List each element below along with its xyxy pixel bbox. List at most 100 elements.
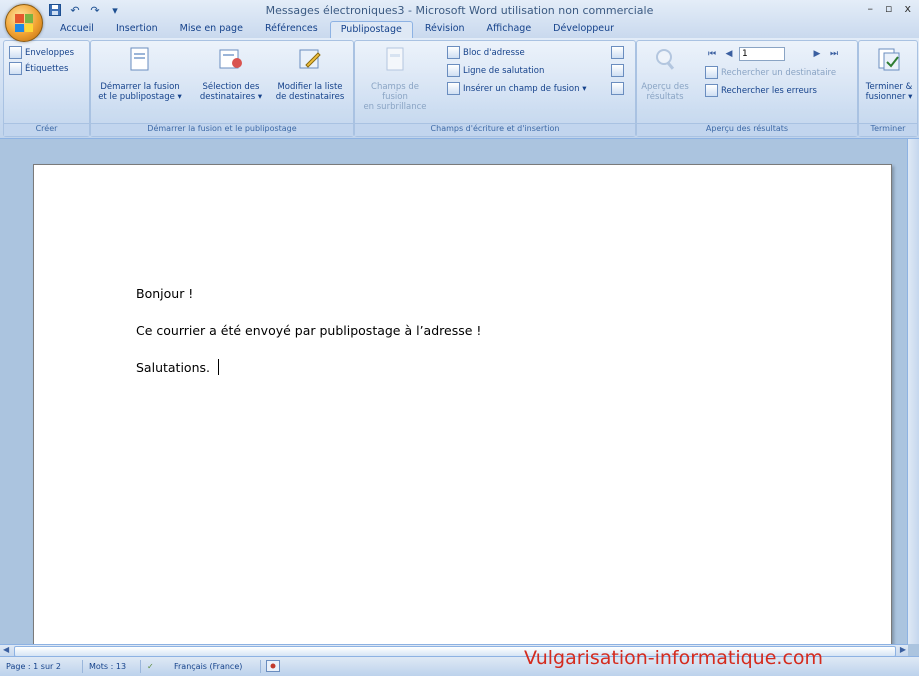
first-record-icon[interactable]: ⏮ bbox=[705, 48, 719, 61]
bloc-adresse-label: Bloc d'adresse bbox=[463, 47, 525, 58]
enveloppes-button[interactable]: Enveloppes bbox=[9, 46, 74, 59]
group-champs-label: Champs d'écriture et d'insertion bbox=[355, 123, 635, 136]
next-record-icon[interactable]: ▶ bbox=[810, 48, 824, 61]
doc-line-body: Ce courrier a été envoyé par publipostag… bbox=[136, 323, 482, 338]
title-bar: ↶ ↷ ▾ Messages électroniques3 - Microsof… bbox=[0, 0, 919, 42]
window-title: Messages électroniques3 - Microsoft Word… bbox=[265, 4, 654, 17]
document-start-icon bbox=[130, 47, 149, 71]
rechercher-erreurs-button[interactable]: Rechercher les erreurs bbox=[705, 84, 817, 97]
tab-insertion[interactable]: Insertion bbox=[106, 21, 168, 38]
group-apercu: Aperçu des résultats ⏮ ◀ 1 ▶ ⏭ Recherche… bbox=[636, 40, 858, 137]
proofing-icon[interactable]: ✓ bbox=[147, 662, 154, 671]
greeting-line-icon bbox=[447, 64, 460, 77]
insert-field-icon bbox=[447, 82, 460, 95]
preview-icon bbox=[656, 49, 675, 70]
envelope-icon bbox=[9, 46, 22, 59]
etiquettes-label: Étiquettes bbox=[25, 63, 69, 74]
rules-icon bbox=[611, 46, 624, 59]
rechercher-erreurs-label: Rechercher les erreurs bbox=[721, 85, 817, 96]
modifier-label-1: Modifier la liste bbox=[277, 82, 343, 92]
last-record-icon[interactable]: ⏭ bbox=[827, 48, 841, 61]
terminer-fusionner-button[interactable]: Terminer & fusionner ▾ bbox=[859, 45, 919, 102]
group-creer: Enveloppes Étiquettes Créer bbox=[3, 40, 90, 137]
window-controls: – ▫ x bbox=[868, 2, 911, 15]
group-apercu-label: Aperçu des résultats bbox=[637, 123, 857, 136]
group-demarrer: Démarrer la fusion et le publipostage ▾ … bbox=[90, 40, 354, 137]
tab-references[interactable]: Références bbox=[255, 21, 328, 38]
group-terminer-label: Terminer bbox=[859, 123, 917, 136]
apercu-label-2: résultats bbox=[646, 92, 684, 102]
address-block-icon bbox=[447, 46, 460, 59]
find-recipient-icon bbox=[705, 66, 718, 79]
rechercher-destinataire-label: Rechercher un destinataire bbox=[721, 67, 837, 78]
selection-label-2: destinataires ▾ bbox=[199, 92, 263, 102]
group-demarrer-label: Démarrer la fusion et le publipostage bbox=[91, 123, 353, 136]
macro-record-icon[interactable] bbox=[266, 660, 280, 674]
status-divider bbox=[82, 660, 83, 673]
group-creer-label: Créer bbox=[4, 123, 89, 136]
check-errors-icon bbox=[705, 84, 718, 97]
inserer-champ-label: Insérer un champ de fusion ▾ bbox=[463, 83, 587, 94]
rechercher-destinataire-button[interactable]: Rechercher un destinataire bbox=[705, 66, 836, 79]
status-language[interactable]: Français (France) bbox=[174, 662, 242, 671]
previous-record-icon[interactable]: ◀ bbox=[722, 48, 736, 61]
etiquettes-button[interactable]: Étiquettes bbox=[9, 62, 68, 75]
record-navigation: ⏮ ◀ 1 ▶ ⏭ bbox=[705, 47, 841, 61]
finish-merge-icon bbox=[878, 48, 900, 71]
close-button[interactable]: x bbox=[904, 2, 911, 15]
status-page[interactable]: Page : 1 sur 2 bbox=[6, 662, 61, 671]
enveloppes-label: Enveloppes bbox=[25, 47, 75, 58]
minimize-button[interactable]: – bbox=[868, 2, 874, 15]
group-terminer: Terminer & fusionner ▾ Terminer bbox=[858, 40, 918, 137]
bloc-adresse-button[interactable]: Bloc d'adresse bbox=[447, 46, 525, 59]
tab-mise-en-page[interactable]: Mise en page bbox=[170, 21, 253, 38]
ligne-salutation-button[interactable]: Ligne de salutation bbox=[447, 64, 544, 77]
modifier-label-2: de destinataires bbox=[275, 92, 345, 102]
watermark: Vulgarisation-informatique.com bbox=[524, 647, 824, 669]
update-labels-button[interactable] bbox=[611, 82, 624, 95]
highlight-fields-icon bbox=[386, 47, 404, 71]
rules-button[interactable] bbox=[611, 46, 624, 59]
inserer-champ-button[interactable]: Insérer un champ de fusion ▾ bbox=[447, 82, 586, 95]
tab-affichage[interactable]: Affichage bbox=[477, 21, 542, 38]
demarrer-fusion-button[interactable]: Démarrer la fusion et le publipostage ▾ bbox=[95, 45, 185, 102]
apercu-resultats-button[interactable]: Aperçu des résultats bbox=[639, 45, 691, 102]
status-divider bbox=[140, 660, 141, 673]
ligne-salutation-label: Ligne de salutation bbox=[463, 65, 545, 76]
tab-publipostage[interactable]: Publipostage bbox=[329, 21, 413, 39]
vertical-scrollbar[interactable] bbox=[907, 139, 919, 644]
modifier-liste-button[interactable]: Modifier la liste de destinataires bbox=[269, 45, 351, 102]
demarrer-fusion-label-1: Démarrer la fusion bbox=[100, 82, 180, 92]
document-page[interactable]: Bonjour ! Ce courrier a été envoyé par p… bbox=[33, 164, 892, 646]
text-cursor bbox=[217, 359, 219, 375]
tab-developpeur[interactable]: Développeur bbox=[543, 21, 624, 38]
match-fields-button[interactable] bbox=[611, 64, 624, 77]
status-divider bbox=[260, 660, 261, 673]
terminer-label-2: fusionner ▾ bbox=[865, 92, 913, 102]
selection-destinataires-button[interactable]: Sélection des destinataires ▾ bbox=[191, 45, 271, 102]
document-area: Bonjour ! Ce courrier a été envoyé par p… bbox=[0, 139, 908, 646]
match-fields-icon bbox=[611, 64, 624, 77]
surbrillance-label-2: en surbrillance bbox=[363, 102, 427, 112]
tab-accueil[interactable]: Accueil bbox=[50, 21, 104, 38]
ribbon: Enveloppes Étiquettes Créer Démarrer la … bbox=[0, 38, 919, 139]
doc-line-closing: Salutations. bbox=[136, 359, 219, 375]
status-words[interactable]: Mots : 13 bbox=[89, 662, 126, 671]
terminer-label-1: Terminer & bbox=[865, 82, 913, 92]
doc-line-greeting: Bonjour ! bbox=[136, 286, 194, 301]
maximize-button[interactable]: ▫ bbox=[885, 2, 892, 15]
scroll-right-icon[interactable]: ▶ bbox=[900, 645, 906, 654]
apercu-label-1: Aperçu des bbox=[641, 82, 689, 92]
group-champs: Champs de fusion en surbrillance Bloc d'… bbox=[354, 40, 636, 137]
update-labels-icon bbox=[611, 82, 624, 95]
scroll-left-icon[interactable]: ◀ bbox=[3, 645, 9, 654]
labels-icon bbox=[9, 62, 22, 75]
edit-list-icon bbox=[299, 49, 321, 69]
champs-surbrillance-button[interactable]: Champs de fusion en surbrillance bbox=[357, 45, 433, 112]
office-button[interactable] bbox=[5, 4, 43, 42]
tab-revision[interactable]: Révision bbox=[415, 21, 475, 38]
surbrillance-label-1: Champs de fusion bbox=[371, 82, 419, 102]
record-number-field[interactable]: 1 bbox=[739, 47, 785, 61]
ribbon-tabs: Accueil Insertion Mise en page Référence… bbox=[50, 21, 624, 39]
recipients-icon bbox=[219, 49, 242, 69]
